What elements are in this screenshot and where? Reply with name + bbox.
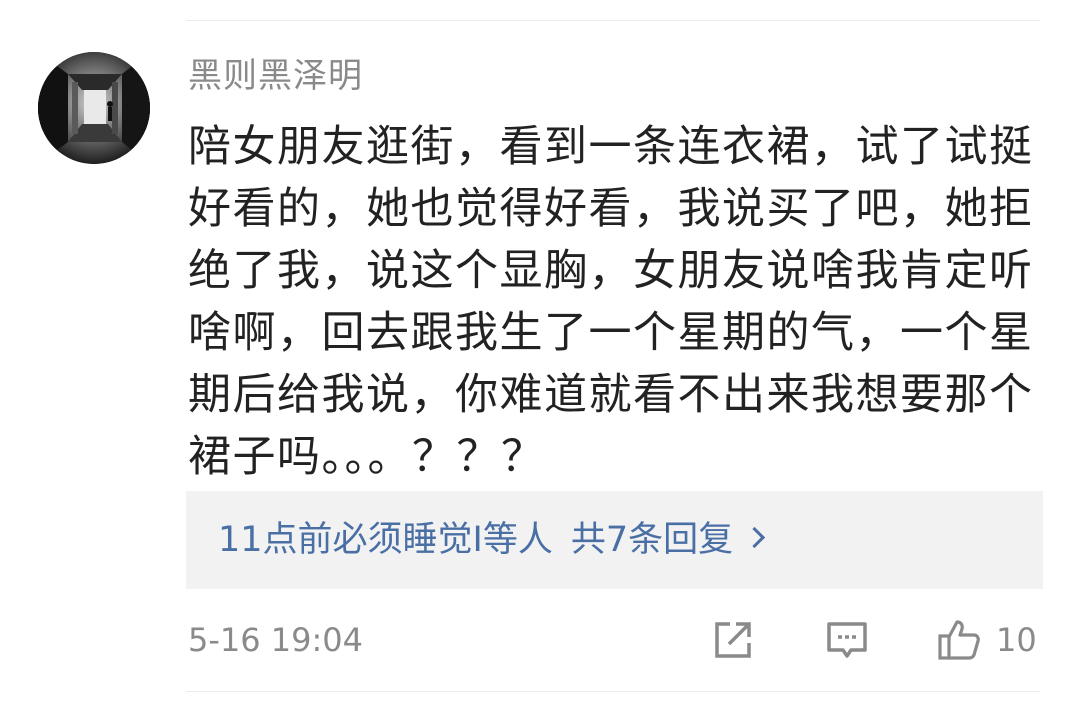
comment-page: 黑则黑泽明 陪女朋友逛街，看到一条连衣裙，试了试挺好看的，她也觉得好看，我说买了…	[0, 0, 1080, 708]
like-count: 10	[996, 621, 1037, 659]
thumbs-up-icon	[938, 620, 980, 660]
replies-preview[interactable]: 11点前必须睡觉I等人 共7条回复	[186, 491, 1043, 589]
top-divider	[186, 20, 1040, 21]
comment-icon	[827, 622, 867, 658]
comment-text: 陪女朋友逛街，看到一条连衣裙，试了试挺好看的，她也觉得好看，我说买了吧，她拒绝了…	[188, 122, 1034, 482]
share-icon	[715, 622, 751, 658]
username[interactable]: 黑则黑泽明	[188, 52, 363, 100]
reply-count[interactable]: 共7条回复	[571, 520, 733, 560]
timestamp: 5-16 19:04	[188, 621, 364, 659]
comment-button[interactable]	[824, 614, 870, 666]
chevron-right-icon	[744, 526, 766, 548]
avatar[interactable]	[38, 52, 150, 164]
reply-users[interactable]: 11点前必须睡觉I等人	[218, 520, 553, 560]
bottom-divider	[186, 691, 1040, 692]
share-button[interactable]	[710, 614, 756, 666]
like-button[interactable]: 10	[936, 614, 1037, 666]
replies-link[interactable]: 11点前必须睡觉I等人 共7条回复	[218, 491, 766, 589]
